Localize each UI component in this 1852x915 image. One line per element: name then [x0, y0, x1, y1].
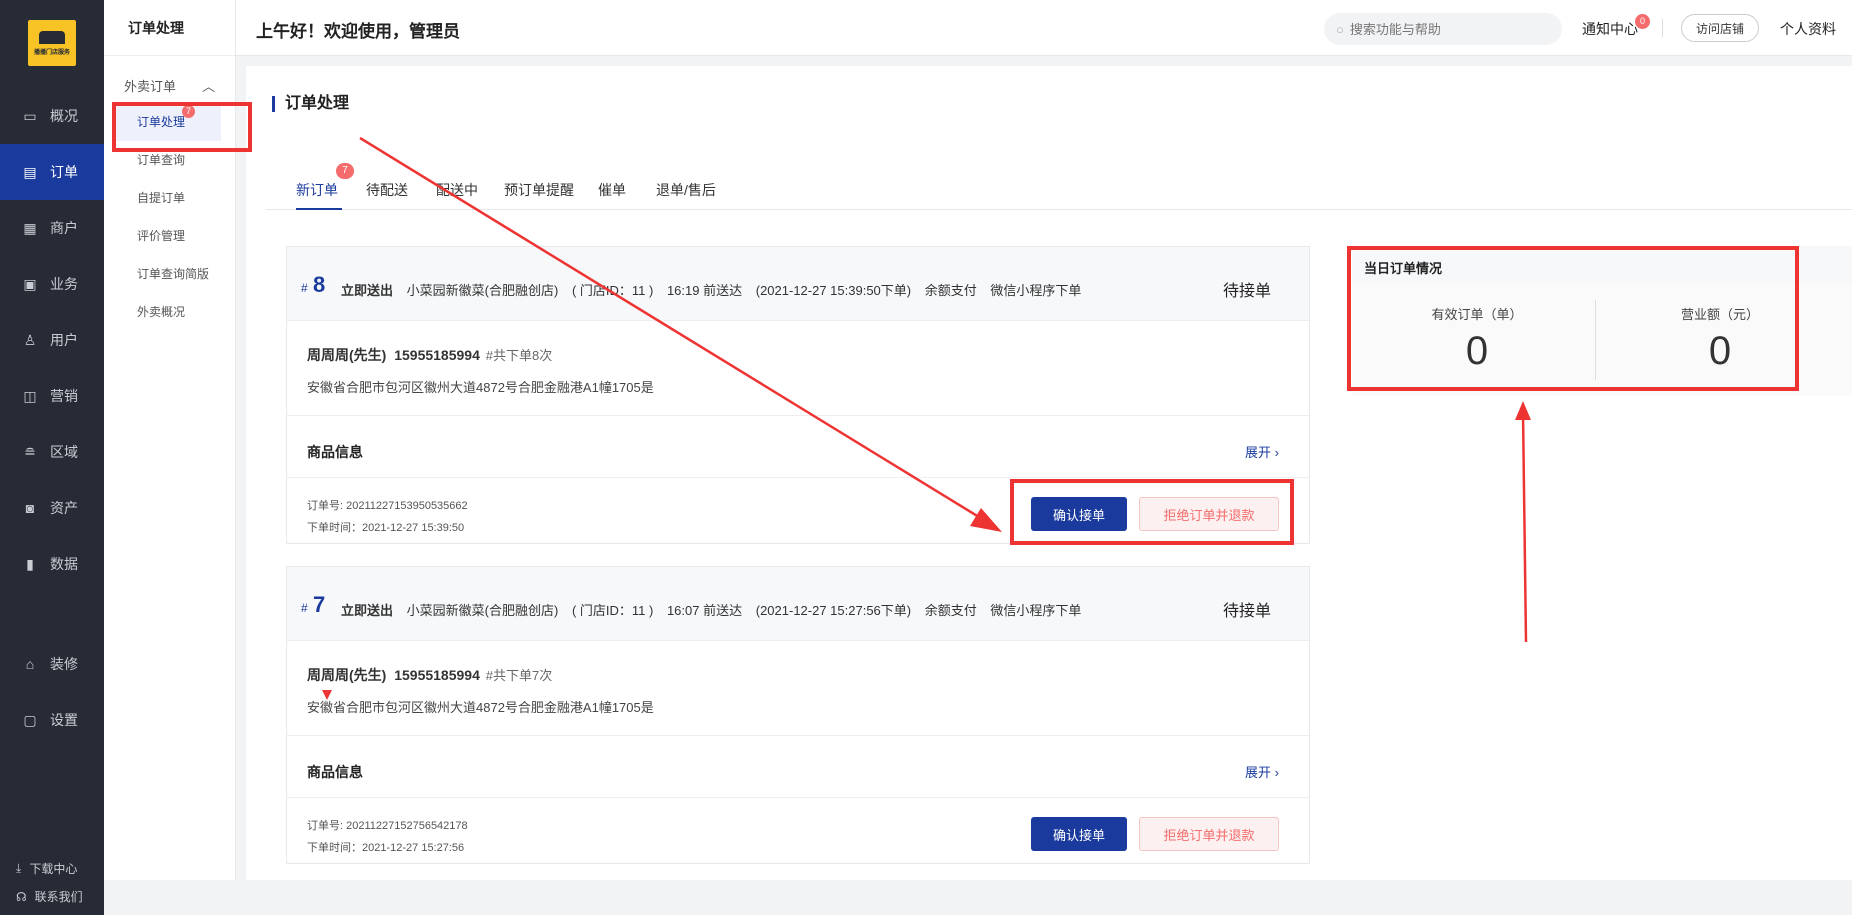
annotation-arrows — [322, 136, 1531, 700]
annotation-cursor-marker — [322, 690, 332, 700]
annotation-arrow-line — [1521, 411, 1528, 643]
annotation-arrowhead — [970, 508, 1002, 532]
annotation-arrow-line — [359, 136, 993, 527]
annotation-arrowhead — [1515, 401, 1531, 420]
